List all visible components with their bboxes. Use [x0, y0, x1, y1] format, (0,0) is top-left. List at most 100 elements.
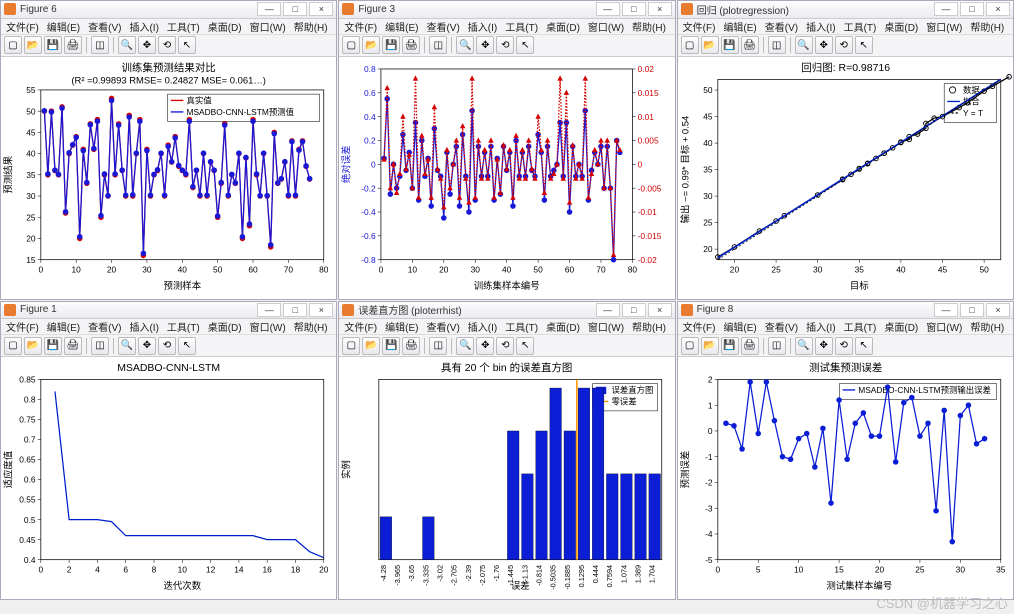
- open-icon[interactable]: 📂: [24, 36, 42, 54]
- menu-item[interactable]: 桌面(D): [546, 319, 580, 334]
- open-icon[interactable]: 📂: [24, 337, 42, 355]
- menu-item[interactable]: 查看(V): [426, 319, 459, 334]
- close-button[interactable]: ×: [309, 2, 333, 16]
- zoom-icon[interactable]: 🔍: [118, 337, 136, 355]
- close-button[interactable]: ×: [309, 303, 333, 317]
- menu-item[interactable]: 桌面(D): [884, 19, 918, 34]
- menu-item[interactable]: 窗口(W): [250, 319, 286, 334]
- min-button[interactable]: —: [596, 2, 620, 16]
- plot-area[interactable]: 具有 20 个 bin 的误差直方图误差实例误差直方图零误差-4.28-3.96…: [339, 357, 674, 599]
- menu-item[interactable]: 窗口(W): [588, 319, 624, 334]
- menu-item[interactable]: 编辑(E): [385, 19, 418, 34]
- menu-item[interactable]: 插入(I): [806, 19, 835, 34]
- save-icon[interactable]: 💾: [382, 36, 400, 54]
- menu-item[interactable]: 窗口(W): [588, 19, 624, 34]
- new-icon[interactable]: ▢: [4, 36, 22, 54]
- titlebar[interactable]: Figure 1—□×: [1, 302, 336, 320]
- data-icon[interactable]: ◫: [768, 36, 786, 54]
- titlebar[interactable]: Figure 3—□×: [339, 1, 674, 19]
- open-icon[interactable]: 📂: [701, 337, 719, 355]
- pan-icon[interactable]: ✥: [138, 337, 156, 355]
- print-icon[interactable]: 🖨: [741, 36, 759, 54]
- cursor-icon[interactable]: ↖: [855, 337, 873, 355]
- plot-area[interactable]: 回归图: R=0.9871620253035404550202530354045…: [678, 57, 1013, 299]
- rotate-icon[interactable]: ⟲: [158, 337, 176, 355]
- min-button[interactable]: —: [934, 303, 958, 317]
- print-icon[interactable]: 🖨: [64, 36, 82, 54]
- close-button[interactable]: ×: [986, 2, 1010, 16]
- pan-icon[interactable]: ✥: [815, 337, 833, 355]
- min-button[interactable]: —: [934, 2, 958, 16]
- menu-item[interactable]: 文件(F): [683, 19, 716, 34]
- save-icon[interactable]: 💾: [382, 337, 400, 355]
- rotate-icon[interactable]: ⟲: [496, 337, 514, 355]
- menu-item[interactable]: 工具(T): [505, 319, 538, 334]
- menu-item[interactable]: 插入(I): [806, 319, 835, 334]
- titlebar[interactable]: Figure 6—□×: [1, 1, 336, 19]
- menu-item[interactable]: 查看(V): [765, 19, 798, 34]
- menu-item[interactable]: 窗口(W): [926, 319, 962, 334]
- save-icon[interactable]: 💾: [721, 337, 739, 355]
- pan-icon[interactable]: ✥: [138, 36, 156, 54]
- data-icon[interactable]: ◫: [429, 337, 447, 355]
- data-icon[interactable]: ◫: [91, 337, 109, 355]
- max-button[interactable]: □: [622, 2, 646, 16]
- rotate-icon[interactable]: ⟲: [835, 337, 853, 355]
- new-icon[interactable]: ▢: [342, 36, 360, 54]
- menu-item[interactable]: 文件(F): [344, 19, 377, 34]
- menu-item[interactable]: 插入(I): [129, 19, 158, 34]
- print-icon[interactable]: 🖨: [402, 337, 420, 355]
- menu-item[interactable]: 窗口(W): [250, 19, 286, 34]
- max-button[interactable]: □: [960, 2, 984, 16]
- menu-item[interactable]: 查看(V): [765, 319, 798, 334]
- menu-item[interactable]: 工具(T): [844, 19, 877, 34]
- titlebar[interactable]: Figure 8—□×: [678, 302, 1013, 320]
- cursor-icon[interactable]: ↖: [178, 36, 196, 54]
- zoom-icon[interactable]: 🔍: [456, 337, 474, 355]
- plot-area[interactable]: 训练集预测结果对比(R² =0.99893 RMSE= 0.24827 MSE=…: [1, 57, 336, 299]
- pan-icon[interactable]: ✥: [476, 36, 494, 54]
- new-icon[interactable]: ▢: [681, 36, 699, 54]
- plot-area[interactable]: 01020304050607080-0.8-0.6-0.4-0.200.20.4…: [339, 57, 674, 299]
- menu-item[interactable]: 工具(T): [167, 319, 200, 334]
- menu-item[interactable]: 窗口(W): [926, 19, 962, 34]
- menu-item[interactable]: 桌面(D): [884, 319, 918, 334]
- cursor-icon[interactable]: ↖: [516, 36, 534, 54]
- max-button[interactable]: □: [622, 303, 646, 317]
- new-icon[interactable]: ▢: [342, 337, 360, 355]
- zoom-icon[interactable]: 🔍: [456, 36, 474, 54]
- menu-item[interactable]: 帮助(H): [632, 319, 666, 334]
- menu-item[interactable]: 编辑(E): [385, 319, 418, 334]
- max-button[interactable]: □: [283, 2, 307, 16]
- menu-item[interactable]: 工具(T): [844, 319, 877, 334]
- cursor-icon[interactable]: ↖: [855, 36, 873, 54]
- zoom-icon[interactable]: 🔍: [795, 36, 813, 54]
- print-icon[interactable]: 🖨: [741, 337, 759, 355]
- titlebar[interactable]: 误差直方图 (ploterrhist)—□×: [339, 302, 674, 320]
- zoom-icon[interactable]: 🔍: [118, 36, 136, 54]
- menu-item[interactable]: 帮助(H): [294, 19, 328, 34]
- open-icon[interactable]: 📂: [362, 337, 380, 355]
- menu-item[interactable]: 桌面(D): [546, 19, 580, 34]
- data-icon[interactable]: ◫: [429, 36, 447, 54]
- new-icon[interactable]: ▢: [681, 337, 699, 355]
- menu-item[interactable]: 插入(I): [468, 19, 497, 34]
- cursor-icon[interactable]: ↖: [516, 337, 534, 355]
- menu-item[interactable]: 查看(V): [88, 19, 121, 34]
- save-icon[interactable]: 💾: [44, 337, 62, 355]
- data-icon[interactable]: ◫: [768, 337, 786, 355]
- menu-item[interactable]: 文件(F): [6, 19, 39, 34]
- open-icon[interactable]: 📂: [362, 36, 380, 54]
- menu-item[interactable]: 查看(V): [426, 19, 459, 34]
- save-icon[interactable]: 💾: [721, 36, 739, 54]
- menu-item[interactable]: 帮助(H): [632, 19, 666, 34]
- min-button[interactable]: —: [257, 2, 281, 16]
- menu-item[interactable]: 编辑(E): [723, 319, 756, 334]
- max-button[interactable]: □: [960, 303, 984, 317]
- data-icon[interactable]: ◫: [91, 36, 109, 54]
- menu-item[interactable]: 工具(T): [505, 19, 538, 34]
- close-button[interactable]: ×: [648, 2, 672, 16]
- menu-item[interactable]: 帮助(H): [970, 319, 1004, 334]
- open-icon[interactable]: 📂: [701, 36, 719, 54]
- close-button[interactable]: ×: [986, 303, 1010, 317]
